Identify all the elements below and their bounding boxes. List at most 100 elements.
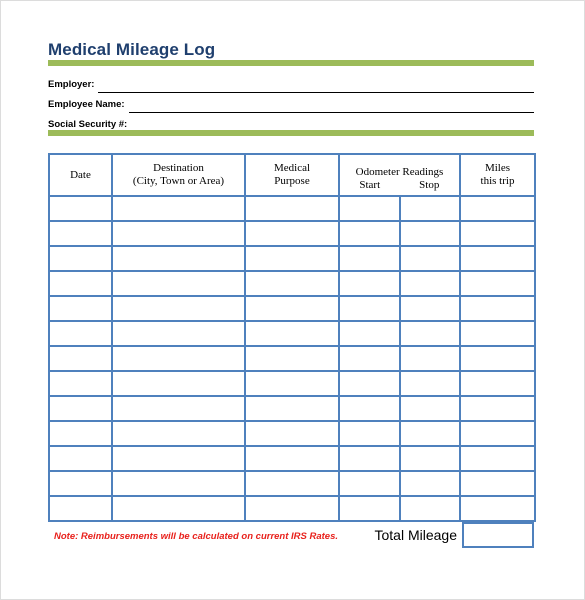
cell-date[interactable] bbox=[48, 445, 113, 472]
cell-stop[interactable] bbox=[399, 270, 461, 297]
cell-destination[interactable] bbox=[111, 295, 246, 322]
cell-purpose[interactable] bbox=[244, 420, 340, 447]
cell-start[interactable] bbox=[338, 445, 401, 472]
table-header-row: Date Destination (City, Town or Area) Me… bbox=[48, 153, 536, 197]
cell-stop[interactable] bbox=[399, 220, 461, 247]
table-row bbox=[48, 220, 536, 247]
form-fields: Employer: Employee Name: Social Security… bbox=[48, 73, 534, 133]
cell-purpose[interactable] bbox=[244, 370, 340, 397]
column-header-date-label: Date bbox=[70, 168, 91, 181]
cell-stop[interactable] bbox=[399, 370, 461, 397]
cell-stop[interactable] bbox=[399, 195, 461, 222]
cell-stop[interactable] bbox=[399, 470, 461, 497]
cell-date[interactable] bbox=[48, 195, 113, 222]
column-header-purpose-line2: Purpose bbox=[274, 175, 310, 187]
table-row bbox=[48, 345, 536, 372]
table-row bbox=[48, 395, 536, 422]
cell-purpose[interactable] bbox=[244, 445, 340, 472]
field-row-employee-name: Employee Name: bbox=[48, 93, 534, 113]
cell-destination[interactable] bbox=[111, 220, 246, 247]
cell-start[interactable] bbox=[338, 320, 401, 347]
cell-purpose[interactable] bbox=[244, 245, 340, 272]
cell-stop[interactable] bbox=[399, 345, 461, 372]
cell-miles[interactable] bbox=[459, 495, 536, 522]
cell-destination[interactable] bbox=[111, 495, 246, 522]
cell-miles[interactable] bbox=[459, 345, 536, 372]
employer-input[interactable] bbox=[98, 79, 534, 93]
cell-purpose[interactable] bbox=[244, 395, 340, 422]
cell-destination[interactable] bbox=[111, 320, 246, 347]
table-row bbox=[48, 445, 536, 472]
cell-date[interactable] bbox=[48, 370, 113, 397]
cell-start[interactable] bbox=[338, 370, 401, 397]
column-header-medical-purpose: Medical Purpose bbox=[244, 153, 340, 197]
cell-date[interactable] bbox=[48, 295, 113, 322]
cell-start[interactable] bbox=[338, 195, 401, 222]
cell-date[interactable] bbox=[48, 420, 113, 447]
cell-start[interactable] bbox=[338, 345, 401, 372]
cell-purpose[interactable] bbox=[244, 495, 340, 522]
cell-purpose[interactable] bbox=[244, 195, 340, 222]
cell-miles[interactable] bbox=[459, 195, 536, 222]
table-row bbox=[48, 195, 536, 222]
column-header-odometer-sublabels: Start Stop bbox=[340, 179, 459, 192]
cell-start[interactable] bbox=[338, 420, 401, 447]
cell-start[interactable] bbox=[338, 270, 401, 297]
cell-date[interactable] bbox=[48, 395, 113, 422]
cell-stop[interactable] bbox=[399, 420, 461, 447]
cell-stop[interactable] bbox=[399, 495, 461, 522]
cell-stop[interactable] bbox=[399, 245, 461, 272]
cell-miles[interactable] bbox=[459, 445, 536, 472]
cell-purpose[interactable] bbox=[244, 295, 340, 322]
cell-purpose[interactable] bbox=[244, 345, 340, 372]
cell-destination[interactable] bbox=[111, 270, 246, 297]
cell-destination[interactable] bbox=[111, 395, 246, 422]
table-header: Date Destination (City, Town or Area) Me… bbox=[48, 153, 536, 197]
cell-date[interactable] bbox=[48, 220, 113, 247]
cell-miles[interactable] bbox=[459, 320, 536, 347]
cell-stop[interactable] bbox=[399, 320, 461, 347]
cell-purpose[interactable] bbox=[244, 220, 340, 247]
cell-start[interactable] bbox=[338, 470, 401, 497]
employee-name-input[interactable] bbox=[128, 99, 534, 113]
cell-start[interactable] bbox=[338, 395, 401, 422]
cell-destination[interactable] bbox=[111, 470, 246, 497]
cell-start[interactable] bbox=[338, 220, 401, 247]
cell-destination[interactable] bbox=[111, 420, 246, 447]
cell-purpose[interactable] bbox=[244, 320, 340, 347]
cell-miles[interactable] bbox=[459, 245, 536, 272]
cell-miles[interactable] bbox=[459, 295, 536, 322]
cell-destination[interactable] bbox=[111, 345, 246, 372]
cell-start[interactable] bbox=[338, 245, 401, 272]
cell-date[interactable] bbox=[48, 470, 113, 497]
cell-miles[interactable] bbox=[459, 395, 536, 422]
cell-destination[interactable] bbox=[111, 195, 246, 222]
cell-date[interactable] bbox=[48, 320, 113, 347]
cell-miles[interactable] bbox=[459, 470, 536, 497]
field-row-employer: Employer: bbox=[48, 73, 534, 93]
cell-miles[interactable] bbox=[459, 420, 536, 447]
cell-start[interactable] bbox=[338, 495, 401, 522]
cell-miles[interactable] bbox=[459, 270, 536, 297]
cell-purpose[interactable] bbox=[244, 270, 340, 297]
cell-destination[interactable] bbox=[111, 445, 246, 472]
column-header-destination-line1: Destination bbox=[153, 162, 204, 174]
cell-miles[interactable] bbox=[459, 370, 536, 397]
cell-miles[interactable] bbox=[459, 220, 536, 247]
cell-date[interactable] bbox=[48, 270, 113, 297]
cell-date[interactable] bbox=[48, 495, 113, 522]
total-mileage-input[interactable] bbox=[462, 522, 534, 548]
cell-date[interactable] bbox=[48, 345, 113, 372]
cell-date[interactable] bbox=[48, 245, 113, 272]
table-row bbox=[48, 295, 536, 322]
table-row bbox=[48, 470, 536, 497]
cell-destination[interactable] bbox=[111, 245, 246, 272]
cell-start[interactable] bbox=[338, 295, 401, 322]
column-header-odometer-title: Odometer Readings bbox=[355, 165, 444, 178]
cell-stop[interactable] bbox=[399, 295, 461, 322]
cell-stop[interactable] bbox=[399, 395, 461, 422]
cell-destination[interactable] bbox=[111, 370, 246, 397]
cell-stop[interactable] bbox=[399, 445, 461, 472]
irs-rates-note: Note: Reimbursements will be calculated … bbox=[54, 531, 339, 542]
cell-purpose[interactable] bbox=[244, 470, 340, 497]
